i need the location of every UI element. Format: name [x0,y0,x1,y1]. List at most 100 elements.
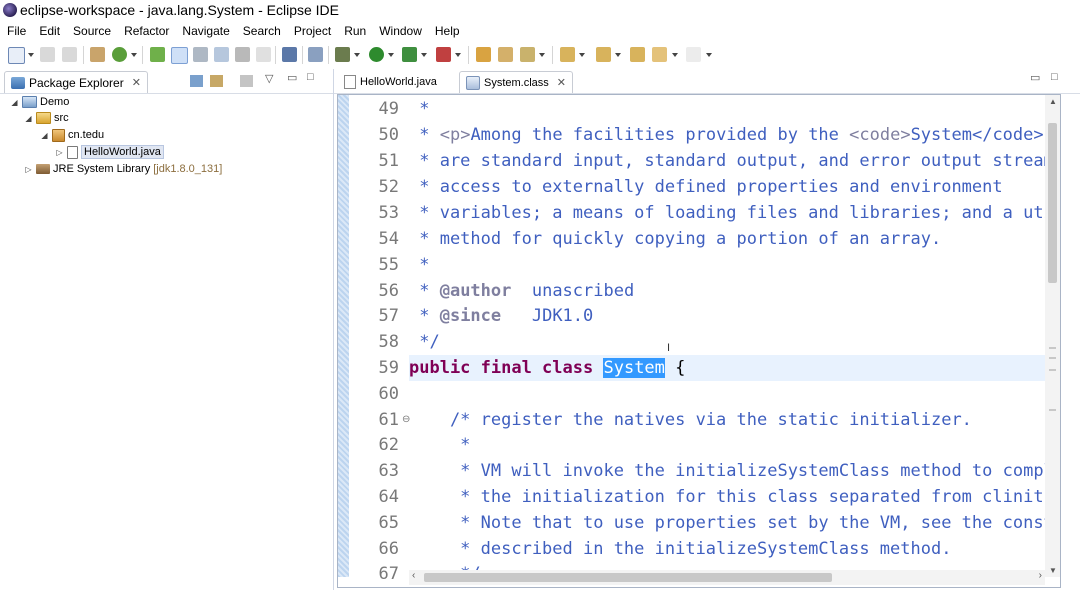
new-icon[interactable] [8,47,25,64]
menu-project[interactable]: Project [287,22,337,40]
previous-annotation-dropdown-icon[interactable] [615,53,621,57]
title-bar: eclipse-workspace - java.lang.System - E… [0,0,1080,22]
menu-navigate[interactable]: Navigate [175,22,235,40]
tab-system-class[interactable]: System.class ✕ [459,71,574,93]
search-icon[interactable] [520,47,535,62]
maximize-icon[interactable]: □ [307,71,314,83]
scroll-right-icon[interactable]: › [1039,570,1042,581]
next-annotation-icon[interactable] [560,47,575,62]
line-number: 57 [378,306,399,326]
open-type-icon[interactable] [90,47,105,62]
menu-file[interactable]: File [0,22,32,40]
close-icon[interactable]: ✕ [132,76,141,89]
expand-icon[interactable]: ▷ [55,148,64,157]
expand-icon[interactable]: ▷ [24,165,33,174]
next-annotation-dropdown-icon[interactable] [579,53,585,57]
block-selection-icon[interactable] [193,47,208,62]
toggle-breadcrumb-icon[interactable] [214,47,229,62]
menu-window[interactable]: Window [372,22,428,40]
minimize-icon[interactable]: ▭ [287,71,297,84]
open-type-hierarchy-icon[interactable] [476,47,491,62]
link-with-editor-icon[interactable] [210,75,223,87]
code-line: * [409,99,430,119]
search-dropdown-icon[interactable] [539,53,545,57]
expand-icon[interactable]: ◢ [24,114,33,123]
library-version-decoration: [jdk1.8.0_131] [153,163,223,175]
debug-dropdown-icon[interactable] [354,53,360,57]
external-tools-icon[interactable] [436,47,451,62]
minimize-icon[interactable]: ▭ [1030,71,1040,84]
code-line: /* register the natives via the static i… [409,410,972,430]
code-token: JDK1.0 [501,306,594,326]
scroll-left-icon[interactable]: ‹ [412,570,415,581]
coverage-icon[interactable] [402,47,417,62]
save-all-icon[interactable] [62,47,77,62]
expand-icon[interactable]: ◢ [40,131,49,140]
horizontal-scrollbar[interactable]: ‹ › [409,570,1045,585]
task-icon[interactable] [150,47,165,62]
refresh-dropdown-icon[interactable] [131,53,137,57]
word-wrap-icon[interactable] [235,47,250,62]
focus-on-task-icon[interactable] [240,75,253,87]
view-menu-icon[interactable]: ▽ [265,72,273,85]
source-folder-icon [36,112,51,124]
new-dropdown-icon[interactable] [28,53,34,57]
scroll-down-icon[interactable]: ▼ [1049,566,1057,575]
package-explorer-panel: Package Explorer ✕ ▽ ▭ □ ◢ Demo ◢ src ◢ … [0,69,334,590]
scrollbar-thumb[interactable] [424,573,832,582]
save-icon[interactable] [40,47,55,62]
tab-package-explorer[interactable]: Package Explorer ✕ [4,71,148,93]
code-token: * [409,281,440,301]
code-line-current: public final class System { [409,355,1045,381]
code-line: * described in the initializeSystemClass… [409,539,952,559]
forward-dropdown-icon[interactable] [706,53,712,57]
external-tools-dropdown-icon[interactable] [455,53,461,57]
forward-icon[interactable] [686,47,701,62]
mark-occurrences-icon[interactable] [171,47,188,64]
code-text[interactable]: * * <p>Among the facilities provided by … [409,95,1045,577]
menu-source[interactable]: Source [66,22,117,40]
open-task-icon[interactable] [498,47,513,62]
run-dropdown-icon[interactable] [388,53,394,57]
refresh-icon[interactable] [112,47,127,62]
menu-refactor[interactable]: Refactor [117,22,175,40]
maximize-icon[interactable]: □ [1051,71,1058,83]
previous-annotation-icon[interactable] [596,47,611,62]
line-number: 50 [378,125,399,145]
line-number: 49 [378,99,399,119]
run-icon[interactable] [369,47,384,62]
vertical-scrollbar[interactable]: ▲ ▼ [1045,95,1060,577]
code-editor[interactable]: 49 50 51 52 53 54 55 56 57 58 59 60 61 ⊖… [337,94,1061,588]
java-file-icon [344,74,356,89]
menu-edit[interactable]: Edit [32,22,66,40]
console-icon[interactable] [282,47,297,62]
line-number-gutter: 49 50 51 52 53 54 55 56 57 58 59 60 61 ⊖… [349,95,411,584]
tree-item-helloworld[interactable]: ▷ HelloWorld.java [55,144,164,160]
selected-text: System [603,358,665,378]
tree-item-label: HelloWorld.java [81,145,164,159]
close-icon[interactable]: ✕ [557,76,566,89]
tree-item-jre-library[interactable]: ▷ JRE System Library [jdk1.8.0_131] [24,161,222,177]
show-whitespace-icon[interactable] [256,47,271,62]
menu-run[interactable]: Run [337,22,372,40]
collapse-all-icon[interactable] [190,75,203,87]
menu-search[interactable]: Search [236,22,287,40]
tree-item-src[interactable]: ◢ src [24,110,69,126]
back-icon[interactable] [652,47,667,62]
tree-item-project[interactable]: ◢ Demo [10,94,69,110]
package-explorer-tabbar: Package Explorer ✕ ▽ ▭ □ [0,69,333,94]
last-edit-location-icon[interactable] [630,47,645,62]
skip-breakpoints-icon[interactable] [308,47,323,62]
scrollbar-thumb[interactable] [1048,123,1057,283]
back-dropdown-icon[interactable] [672,53,678,57]
scroll-up-icon[interactable]: ▲ [1049,97,1057,106]
expand-icon[interactable]: ◢ [10,98,19,107]
tree-item-package[interactable]: ◢ cn.tedu [40,127,104,143]
coverage-dropdown-icon[interactable] [421,53,427,57]
debug-icon[interactable] [335,47,350,62]
menu-help[interactable]: Help [428,22,466,40]
vertical-ruler [338,95,349,577]
tab-helloworld-java[interactable]: HelloWorld.java [338,71,443,92]
toolbar-separator [83,46,84,64]
